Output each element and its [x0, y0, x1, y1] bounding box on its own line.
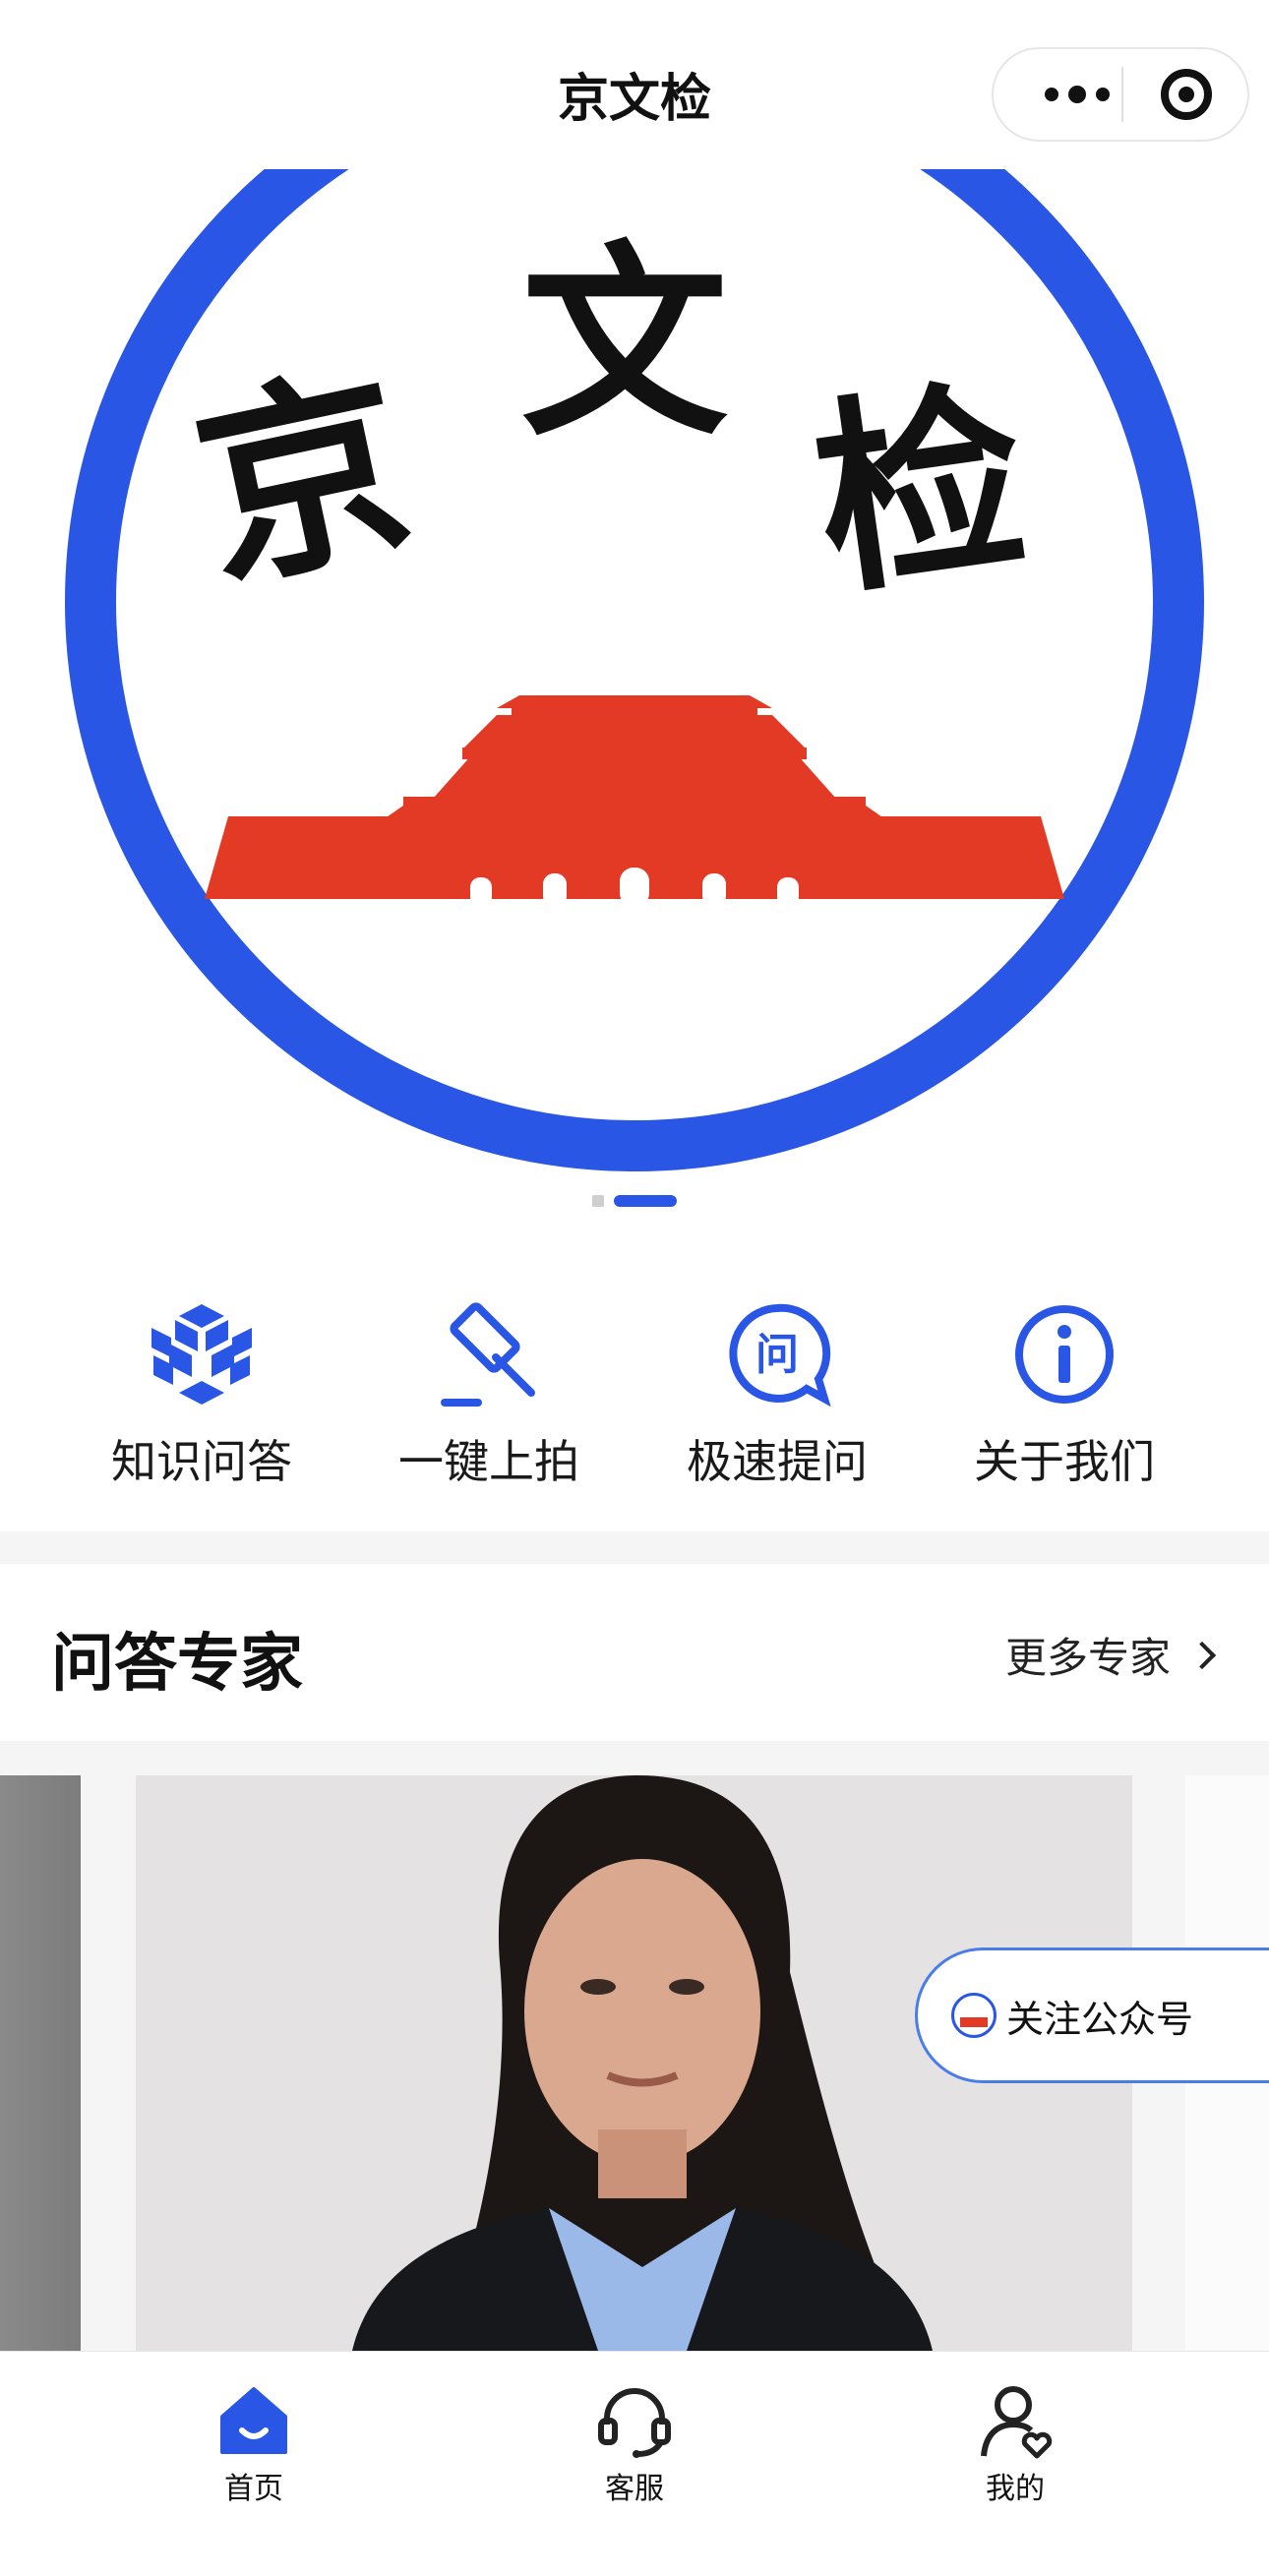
banner-swiper[interactable]: 京 文 检: [0, 169, 1269, 1251]
quick-label: 知识问答: [111, 1435, 292, 1488]
headset-icon: [598, 2388, 671, 2458]
close-target-icon[interactable]: [1161, 69, 1212, 120]
home-icon: [220, 2387, 287, 2454]
miniprogram-capsule: [992, 47, 1249, 142]
nav-header: 京文检: [0, 0, 1269, 177]
question-bubble-icon: 问: [729, 1303, 831, 1408]
info-icon: [1015, 1305, 1114, 1404]
cube-icon: [151, 1304, 252, 1405]
logo-mini-icon: [951, 1993, 997, 2038]
logo-image: 京 文 检: [65, 169, 1204, 1171]
tab-bar: 首页 客服 我的: [0, 2351, 1269, 2576]
quick-item-ask[interactable]: 问 极速提问: [654, 1300, 900, 1491]
tab-home[interactable]: 首页: [155, 2381, 352, 2507]
ask-glyph: 问: [755, 1330, 799, 1380]
quick-nav: 知识问答 一键上拍 问 极速提问 关于我们: [0, 1251, 1269, 1531]
experts-section-header: 问答专家 更多专家: [0, 1564, 1269, 1741]
pager-dot[interactable]: [592, 1195, 604, 1207]
tab-label: 客服: [605, 2472, 664, 2506]
logo-char-3: 检: [802, 355, 1040, 625]
chevron-right-icon: [1187, 1641, 1217, 1669]
follow-label: 关注公众号: [1006, 1997, 1194, 2041]
user-heart-icon: [981, 2386, 1053, 2459]
quick-label: 一键上拍: [398, 1435, 579, 1488]
tab-service[interactable]: 客服: [536, 2381, 733, 2507]
capsule-divider: [1121, 67, 1123, 122]
tab-label: 首页: [224, 2472, 283, 2506]
quick-item-auction[interactable]: 一键上拍: [366, 1300, 612, 1491]
banner-pager: [0, 1195, 1269, 1209]
gavel-icon: [441, 1302, 535, 1407]
pager-dot-active[interactable]: [614, 1195, 677, 1207]
tab-mine[interactable]: 我的: [917, 2381, 1114, 2507]
quick-item-knowledge[interactable]: 知识问答: [79, 1300, 325, 1491]
more-experts-link[interactable]: 更多专家: [1004, 1625, 1217, 1685]
tab-label: 我的: [986, 2472, 1045, 2506]
logo-char-2: 文: [521, 221, 728, 464]
quick-label: 关于我们: [974, 1435, 1155, 1488]
more-experts-label: 更多专家: [1004, 1634, 1171, 1682]
follow-official-account-button[interactable]: 关注公众号: [915, 1947, 1269, 2083]
expert-card-prev[interactable]: [0, 1775, 81, 2351]
quick-label: 极速提问: [687, 1435, 868, 1488]
section-title: 问答专家: [51, 1628, 303, 1701]
more-icon[interactable]: [1023, 69, 1131, 120]
quick-item-about[interactable]: 关于我们: [941, 1300, 1187, 1491]
